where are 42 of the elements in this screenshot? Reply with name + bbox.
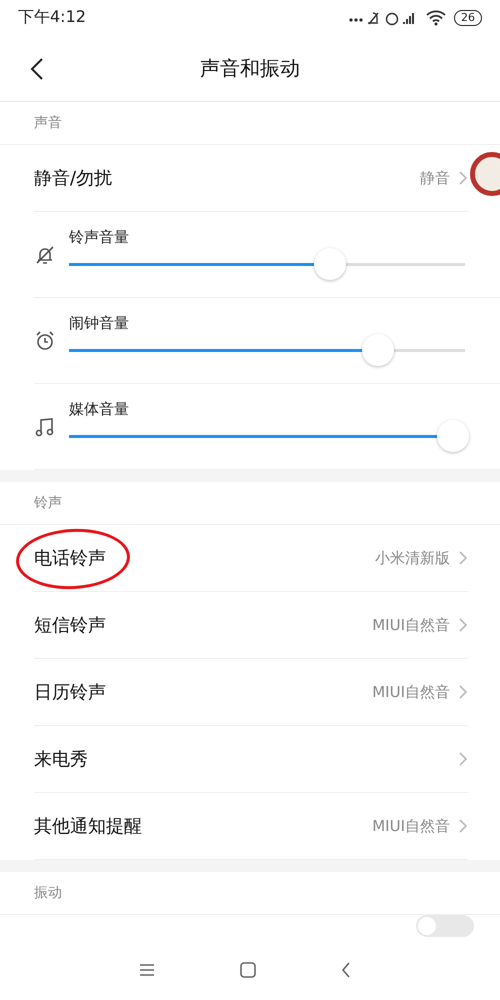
row-label: 电话铃声 — [34, 547, 107, 570]
row-value: MIUI自然音 — [372, 816, 450, 836]
chevron-icon — [458, 684, 468, 700]
section-title: 声音 — [0, 102, 500, 145]
slider-thumb[interactable] — [362, 334, 394, 366]
slider-thumb[interactable] — [314, 248, 346, 280]
status-time: 下午4:12 — [18, 7, 86, 28]
chevron-icon — [458, 170, 468, 186]
chevron-icon — [458, 617, 468, 633]
home-button[interactable] — [240, 962, 256, 978]
row-value: MIUI自然音 — [372, 616, 450, 634]
row-value: MIUI自然音 — [372, 682, 450, 702]
back-nav-button[interactable] — [341, 962, 351, 978]
row-value: 小米清新版 — [375, 548, 450, 568]
chevron-icon — [458, 751, 468, 767]
settings-row[interactable]: 日历铃声 MIUI自然音 — [34, 659, 468, 726]
slider-label: 媒体音量 — [69, 400, 130, 419]
chevron-icon — [458, 818, 468, 834]
slider-thumb[interactable] — [437, 420, 470, 452]
row-label: 短信铃声 — [34, 614, 107, 637]
row-label: 来电秀 — [34, 748, 89, 771]
row-value: 静音 — [420, 168, 450, 188]
settings-row[interactable]: 短信铃声 MIUI自然音 — [34, 592, 468, 659]
slider-label: 闹钟音量 — [69, 314, 130, 333]
section-title: 振动 — [0, 872, 500, 915]
alarm-clock-icon — [34, 330, 56, 352]
settings-row[interactable]: 来电秀 — [34, 726, 468, 793]
row-label: 静音/勿扰 — [34, 167, 114, 190]
wifi-icon — [426, 10, 446, 26]
page-title: 声音和振动 — [200, 54, 300, 82]
battery-level: 26 — [454, 10, 482, 26]
slider-label: 铃声音量 — [69, 228, 130, 247]
chevron-icon — [458, 550, 468, 566]
menu-button[interactable] — [139, 963, 155, 977]
section-title: 铃声 — [0, 482, 500, 525]
muted-bell-icon — [34, 244, 56, 266]
settings-row[interactable]: 其他通知提醒 MIUI自然音 — [34, 793, 468, 860]
music-note-icon — [34, 416, 56, 438]
row-label: 其他通知提醒 — [34, 815, 143, 838]
settings-row[interactable]: 静音/勿扰 静音 — [34, 145, 468, 212]
row-label: 日历铃声 — [34, 681, 107, 704]
settings-row[interactable]: 电话铃声 小米清新版 — [34, 525, 468, 592]
